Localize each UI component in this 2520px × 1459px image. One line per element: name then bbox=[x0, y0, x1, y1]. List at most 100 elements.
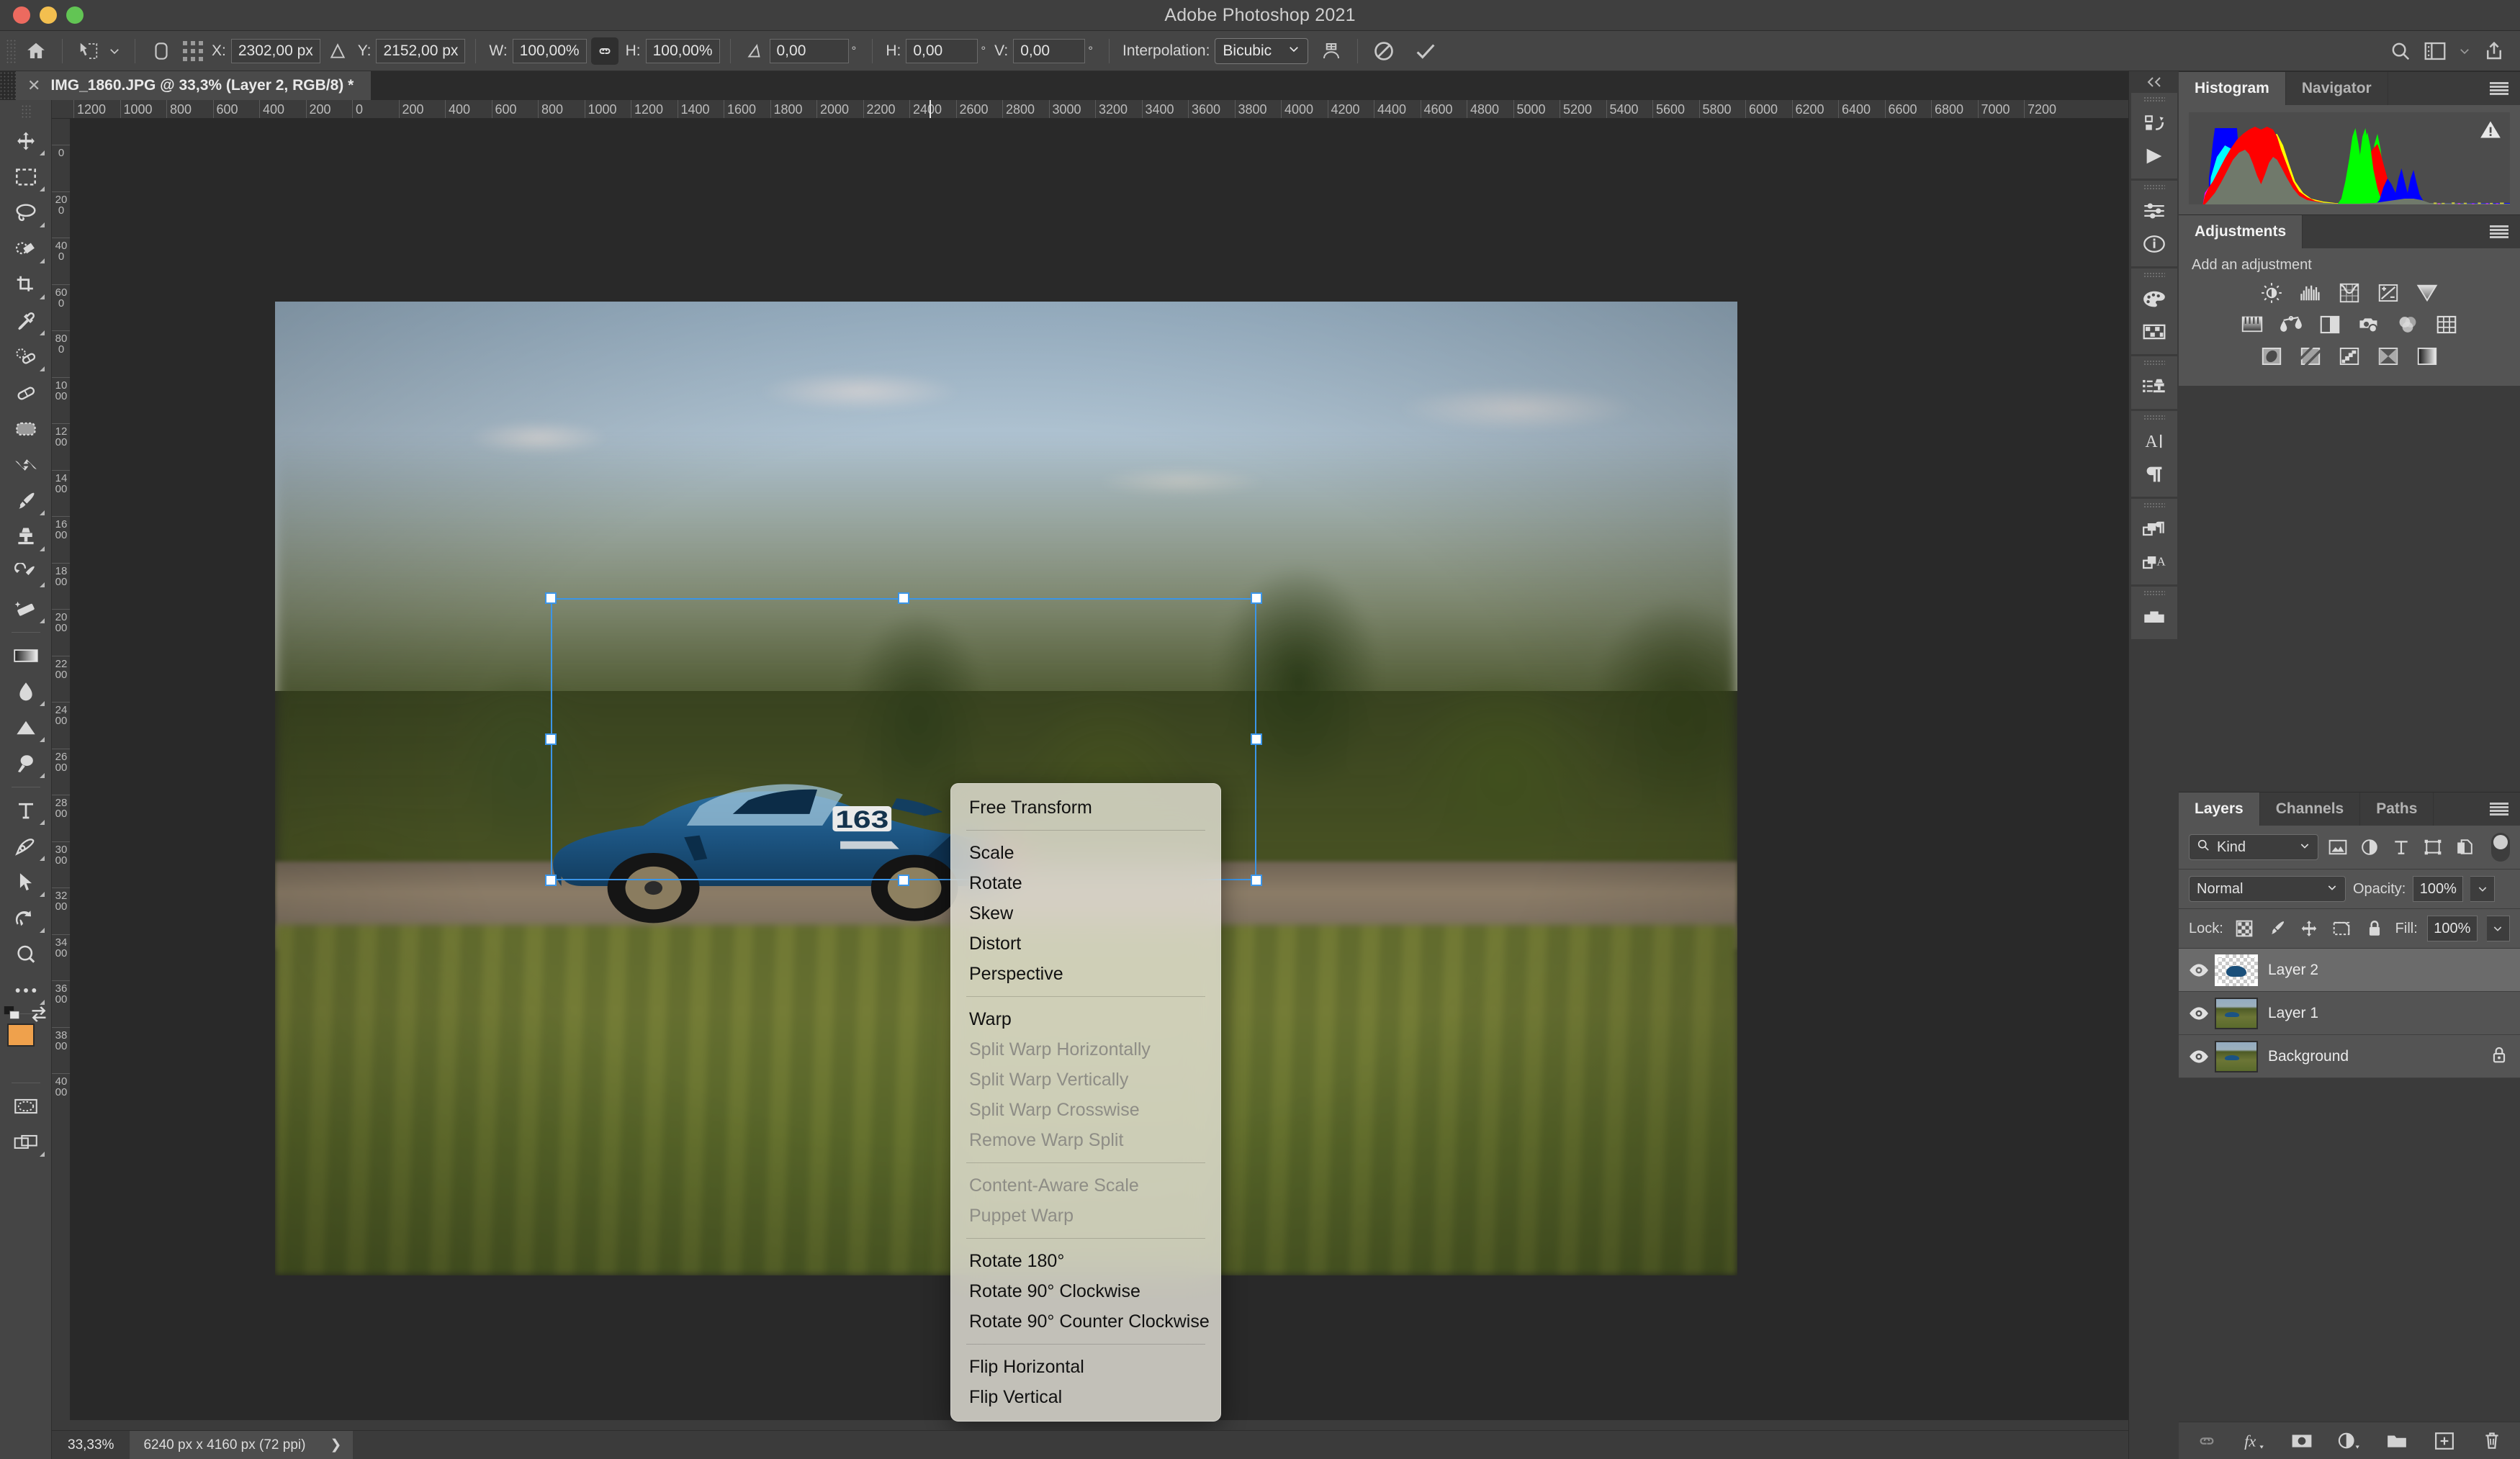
patch-tool[interactable] bbox=[4, 411, 48, 447]
blend-mode-select[interactable]: Normal bbox=[2189, 876, 2346, 902]
eye-visibility-icon[interactable] bbox=[2183, 962, 2215, 978]
chevron-down-icon[interactable] bbox=[104, 35, 125, 67]
eyedropper-tool[interactable] bbox=[4, 303, 48, 339]
layer-kind-select[interactable]: Kind bbox=[2189, 834, 2318, 860]
blur-tool[interactable] bbox=[4, 674, 48, 710]
commit-transform-icon[interactable] bbox=[1410, 35, 1441, 67]
menu-item[interactable]: Rotate 90° Counter Clockwise bbox=[950, 1306, 1221, 1337]
eye-visibility-icon[interactable] bbox=[2183, 1006, 2215, 1021]
lock-all-icon[interactable] bbox=[2363, 918, 2386, 939]
home-icon[interactable] bbox=[20, 35, 52, 67]
transform-handle-top-center[interactable] bbox=[898, 592, 909, 604]
burn-tool[interactable] bbox=[4, 746, 48, 782]
lock-image-pixels-icon[interactable] bbox=[2265, 918, 2288, 939]
libraries-icon[interactable] bbox=[2134, 600, 2174, 633]
quick-mask-icon[interactable] bbox=[4, 1088, 48, 1124]
rail-grip[interactable] bbox=[2143, 272, 2165, 278]
interpolation-select[interactable]: Bicubic bbox=[1215, 37, 1309, 64]
vertical-ruler[interactable]: 0 200 400 600 800 1000 1200 1400 1600 1800 2000 220… bbox=[52, 119, 71, 1420]
table-row[interactable]: Layer 2 bbox=[2179, 949, 2520, 992]
zoom-tool[interactable] bbox=[4, 936, 48, 972]
close-icon[interactable]: ✕ bbox=[27, 76, 40, 95]
table-row[interactable]: Layer 1 bbox=[2179, 992, 2520, 1035]
opacity-value[interactable]: 100% bbox=[2413, 876, 2464, 902]
character-styles-icon[interactable]: A bbox=[2134, 546, 2174, 579]
tools-panel-grip[interactable] bbox=[20, 104, 31, 119]
menu-item[interactable]: Rotate 90° Clockwise bbox=[950, 1276, 1221, 1306]
eye-visibility-icon[interactable] bbox=[2183, 1049, 2215, 1065]
search-icon[interactable] bbox=[2385, 35, 2416, 67]
rail-grip[interactable] bbox=[2143, 590, 2165, 596]
reference-point-icon[interactable] bbox=[177, 35, 209, 67]
actions-play-icon[interactable] bbox=[2134, 140, 2174, 173]
options-bar-grip[interactable] bbox=[6, 38, 16, 63]
tab-paths[interactable]: Paths bbox=[2360, 792, 2434, 826]
gradient-map-icon[interactable] bbox=[2375, 344, 2402, 369]
clone-stamp-tool[interactable] bbox=[4, 519, 48, 555]
foreground-color-swatch[interactable] bbox=[6, 1024, 35, 1047]
swap-colors-icon[interactable] bbox=[30, 1006, 48, 1026]
filter-pixel-icon[interactable] bbox=[2326, 836, 2350, 858]
auto-select-checkbox[interactable] bbox=[145, 35, 177, 67]
horizontal-ruler[interactable]: 1200 1000 800 600 400 200 0 200 400 600 800 1000 120… bbox=[52, 100, 2128, 119]
swatches-grid-icon[interactable] bbox=[2134, 315, 2174, 348]
selective-color-icon[interactable] bbox=[2413, 344, 2441, 369]
menu-item[interactable]: Perspective bbox=[950, 959, 1221, 989]
y-field[interactable]: 2152,00 px bbox=[376, 38, 466, 63]
opacity-stepper-caret-icon[interactable] bbox=[2470, 876, 2496, 902]
filter-shape-icon[interactable] bbox=[2421, 836, 2445, 858]
filter-toggle-switch[interactable] bbox=[2491, 833, 2510, 862]
menu-item[interactable]: Warp bbox=[950, 1004, 1221, 1034]
filter-adjustment-icon[interactable] bbox=[2357, 836, 2382, 858]
width-field[interactable]: 100,00% bbox=[512, 38, 587, 63]
layer-name[interactable]: Background bbox=[2268, 1048, 2349, 1065]
threshold-icon[interactable] bbox=[2336, 344, 2363, 369]
spot-healing-brush-tool[interactable] bbox=[4, 339, 48, 375]
rail-grip[interactable] bbox=[2143, 502, 2165, 508]
rail-grip[interactable] bbox=[2143, 415, 2165, 420]
delta-triangle-icon[interactable] bbox=[320, 35, 355, 67]
black-white-icon[interactable] bbox=[2316, 312, 2344, 337]
document-tab[interactable]: ✕ IMG_1860.JPG @ 33,3% (Layer 2, RGB/8) … bbox=[16, 71, 372, 100]
rotation-field[interactable]: 0,00 bbox=[769, 38, 849, 63]
new-layer-icon[interactable] bbox=[2431, 1429, 2457, 1453]
default-colors-icon[interactable] bbox=[4, 1006, 22, 1024]
transform-handle-top-right[interactable] bbox=[1251, 592, 1262, 604]
rail-grip[interactable] bbox=[2143, 360, 2165, 366]
paragraph-styles-icon[interactable] bbox=[2134, 512, 2174, 546]
delete-layer-icon[interactable] bbox=[2479, 1429, 2505, 1453]
menu-item[interactable]: Scale bbox=[950, 838, 1221, 868]
tab-bar-grip[interactable] bbox=[0, 71, 16, 100]
lock-position-icon[interactable] bbox=[2298, 918, 2321, 939]
transform-context-menu[interactable]: Free Transform Scale Rotate Skew Distort Pers… bbox=[950, 783, 1221, 1422]
warp-toggle-icon[interactable] bbox=[1315, 35, 1347, 67]
panel-menu-icon[interactable] bbox=[2490, 82, 2508, 95]
lock-artboard-icon[interactable] bbox=[2330, 918, 2353, 939]
menu-item[interactable]: Rotate bbox=[950, 868, 1221, 898]
brush-tool[interactable] bbox=[4, 483, 48, 519]
chevron-down-icon[interactable] bbox=[2454, 35, 2475, 67]
panel-menu-icon[interactable] bbox=[2490, 803, 2508, 816]
height-field[interactable]: 100,00% bbox=[645, 38, 720, 63]
table-row[interactable]: Background bbox=[2179, 1035, 2520, 1078]
workspace-layout-icon[interactable] bbox=[2419, 35, 2451, 67]
info-circle-icon[interactable] bbox=[2134, 227, 2174, 261]
color-palette-icon[interactable] bbox=[2134, 282, 2174, 315]
history-brush-tool[interactable] bbox=[4, 555, 48, 591]
menu-item[interactable]: Distort bbox=[950, 929, 1221, 959]
transform-handle-middle-right[interactable] bbox=[1251, 733, 1262, 745]
layer-name[interactable]: Layer 1 bbox=[2268, 1005, 2318, 1022]
link-chain-icon[interactable] bbox=[590, 37, 618, 65]
vibrance-icon[interactable] bbox=[2413, 281, 2441, 305]
zoom-level[interactable]: 33,33% bbox=[52, 1430, 131, 1459]
photo-filter-icon[interactable] bbox=[2355, 312, 2382, 337]
pen-tool[interactable] bbox=[4, 828, 48, 864]
curves-icon[interactable] bbox=[2336, 281, 2363, 305]
collapse-panels-icon[interactable] bbox=[2129, 71, 2179, 93]
screen-mode-icon[interactable] bbox=[4, 1124, 48, 1160]
path-selection-tool[interactable] bbox=[4, 864, 48, 900]
menu-item[interactable]: Skew bbox=[950, 898, 1221, 929]
filter-smart-object-icon[interactable] bbox=[2452, 836, 2477, 858]
eraser-tool[interactable] bbox=[4, 591, 48, 627]
object-selection-tool[interactable] bbox=[4, 231, 48, 267]
